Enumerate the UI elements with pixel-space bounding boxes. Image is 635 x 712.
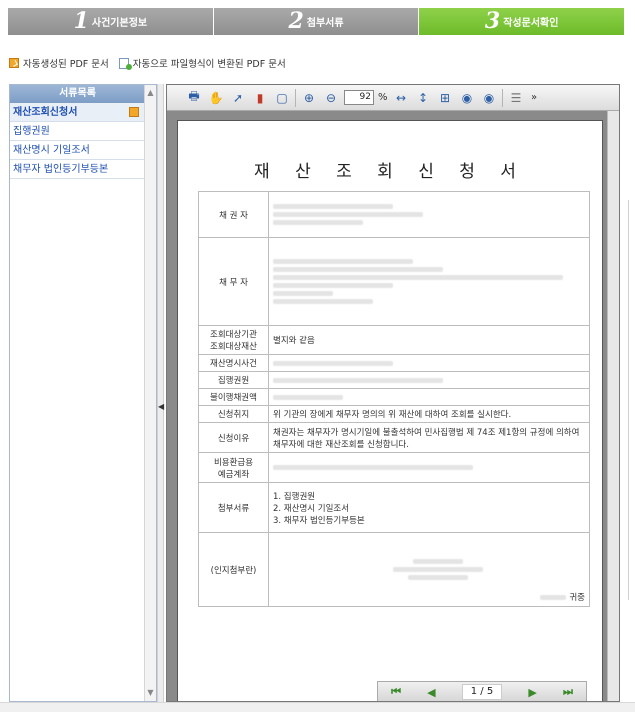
step-number: 1 — [73, 8, 89, 34]
step-label: 첨부서류 — [306, 18, 344, 29]
zoom-in-icon[interactable]: ⊕ — [300, 89, 318, 107]
step-1: 1 사건기본정보 — [8, 8, 214, 35]
page-navigator: ⏮ ◀ 1 / 5 ▶ ⏭ — [377, 681, 587, 701]
redacted-value — [268, 237, 590, 326]
more-tools-icon[interactable]: » — [531, 92, 537, 103]
document-list-title: 서류목록 — [10, 85, 145, 103]
field-value: 위 기관의 장에게 채무자 명의의 위 재산에 대하여 조회를 실시한다. — [268, 405, 590, 423]
step-bar: 1 사건기본정보 2 첨부서류 3 작성문서확인 — [8, 8, 625, 35]
right-panel-edge — [628, 200, 635, 600]
field-label: 불이행채권액 — [198, 388, 269, 406]
form-row: 조회대상기관 조회대상재산 별지와 같음 — [198, 325, 590, 355]
pdf-viewer: 🖶 ✋ ➚ ▮ ▢ ⊕ ⊖ 92 % ↔ ↕ ⊞ ◉ ◉ ☰ » 재 산 조 회… — [166, 84, 620, 702]
document-list-item[interactable]: 재산명시 기일조서 — [10, 141, 145, 160]
form-row: 채 무 자 — [198, 237, 590, 326]
redacted-value — [268, 452, 590, 483]
form-row: 채 권 자 — [198, 191, 590, 238]
first-page-icon[interactable]: ⏮ — [391, 685, 401, 699]
toolbar-divider — [295, 88, 296, 107]
field-label: (인지첨부란) — [198, 532, 269, 607]
page-indicator: 1 / 5 — [461, 684, 503, 700]
document-list-item[interactable]: 채무자 법인등기부등본 — [10, 160, 145, 179]
bookmark-icon[interactable]: ▮ — [251, 89, 269, 107]
scroll-down-icon[interactable]: ▼ — [145, 687, 156, 699]
fit-height-icon[interactable]: ↕ — [414, 89, 432, 107]
form-row: 신청취지 위 기관의 장에게 채무자 명의의 위 재산에 대하여 조회를 실시한… — [198, 405, 590, 423]
field-label: 조회대상기관 조회대상재산 — [198, 325, 269, 355]
viewer-scrollbar[interactable] — [607, 111, 619, 701]
field-label: 신청취지 — [198, 405, 269, 423]
rotate-icon[interactable]: ◉ — [458, 89, 476, 107]
panel-splitter[interactable]: ◀ — [157, 84, 164, 702]
step-number: 2 — [288, 8, 304, 34]
help-icon[interactable]: ◉ — [480, 89, 498, 107]
field-label: 신청이유 — [198, 422, 269, 453]
legend-converted-pdf: 자동으로 파일형식이 변환된 PDF 문서 — [118, 56, 286, 70]
toolbar-divider — [502, 88, 503, 107]
viewer-toolbar: 🖶 ✋ ➚ ▮ ▢ ⊕ ⊖ 92 % ↔ ↕ ⊞ ◉ ◉ ☰ » — [167, 85, 619, 111]
field-label: 첨부서류 — [198, 482, 269, 533]
step-label: 작성문서확인 — [503, 18, 559, 29]
legend-auto-pdf: 자동생성된 PDF 문서 — [9, 56, 109, 70]
field-label: 채 권 자 — [198, 191, 269, 238]
prev-page-icon[interactable]: ◀ — [427, 686, 435, 699]
pdf-page: 재 산 조 회 신 청 서 채 권 자 채 무 자 조회대상기관 조회대상재산 … — [177, 120, 603, 701]
form-row: (인지첨부란) 귀중 — [198, 532, 590, 607]
next-page-icon[interactable]: ▶ — [528, 686, 536, 699]
form-row: 불이행채권액 — [198, 388, 590, 406]
redacted-value — [268, 388, 590, 406]
field-value: 별지와 같음 — [268, 325, 590, 355]
field-label: 채 무 자 — [198, 237, 269, 326]
redacted-value — [268, 371, 590, 389]
last-page-icon[interactable]: ⏭ — [563, 685, 573, 699]
fit-page-icon[interactable]: ⊞ — [436, 89, 454, 107]
settings-icon[interactable]: ☰ — [507, 89, 525, 107]
converted-pdf-icon — [118, 57, 132, 70]
document-list-panel: 서류목록 재산조회신청서 집행권원 재산명시 기일조서 채무자 법인등기부등본 … — [9, 84, 157, 702]
field-label: 집행권원 — [198, 371, 269, 389]
auto-pdf-icon — [129, 107, 139, 117]
field-label: 재산명시사건 — [198, 354, 269, 372]
application-form: 채 권 자 채 무 자 조회대상기관 조회대상재산 별지와 같음 재산명시사건 … — [198, 191, 590, 607]
legend: 자동생성된 PDF 문서 자동으로 파일형식이 변환된 PDF 문서 — [9, 56, 286, 70]
document-list-item[interactable]: 집행권원 — [10, 122, 145, 141]
form-row: 비용환급용 예금계좌 — [198, 452, 590, 483]
form-row: 신청이유 채권자는 채무자가 명시기일에 불출석하여 민사집행법 제 74조 제… — [198, 422, 590, 453]
bottom-bar — [0, 702, 635, 712]
sidebar-scrollbar[interactable]: ▲ ▼ — [144, 85, 156, 701]
signature-area: 귀중 — [268, 532, 590, 607]
collapse-left-icon[interactable]: ◀ — [158, 402, 164, 411]
form-row: 재산명시사건 — [198, 354, 590, 372]
select-text-icon[interactable]: ➚ — [229, 89, 247, 107]
step-2: 2 첨부서류 — [213, 8, 420, 35]
court-suffix: 귀중 — [569, 593, 585, 603]
document-title: 재 산 조 회 신 청 서 — [254, 162, 526, 182]
document-list: 재산조회신청서 집행권원 재산명시 기일조서 채무자 법인등기부등본 — [10, 103, 145, 179]
hand-tool-icon[interactable]: ✋ — [207, 89, 225, 107]
form-row: 첨부서류 1. 집행권원 2. 재산명시 기일조서 3. 채무자 법인등기부등본 — [198, 482, 590, 533]
auto-pdf-icon — [9, 58, 19, 68]
print-icon[interactable]: 🖶 — [185, 89, 203, 107]
zoom-out-icon[interactable]: ⊖ — [322, 89, 340, 107]
attachments-list: 1. 집행권원 2. 재산명시 기일조서 3. 채무자 법인등기부등본 — [268, 482, 590, 533]
scroll-up-icon[interactable]: ▲ — [145, 87, 156, 99]
snapshot-icon[interactable]: ▢ — [273, 89, 291, 107]
fit-width-icon[interactable]: ↔ — [392, 89, 410, 107]
zoom-input[interactable]: 92 — [344, 90, 374, 105]
redacted-value — [268, 354, 590, 372]
field-value: 채권자는 채무자가 명시기일에 불출석하여 민사집행법 제 74조 제1항의 규… — [268, 422, 590, 453]
redacted-value — [268, 191, 590, 238]
step-number: 3 — [484, 8, 501, 34]
document-list-item[interactable]: 재산조회신청서 — [10, 103, 145, 122]
field-label: 비용환급용 예금계좌 — [198, 452, 269, 483]
form-row: 집행권원 — [198, 371, 590, 389]
step-3: 3 작성문서확인 — [419, 8, 625, 35]
zoom-unit: % — [378, 92, 388, 103]
step-label: 사건기본정보 — [91, 18, 148, 29]
